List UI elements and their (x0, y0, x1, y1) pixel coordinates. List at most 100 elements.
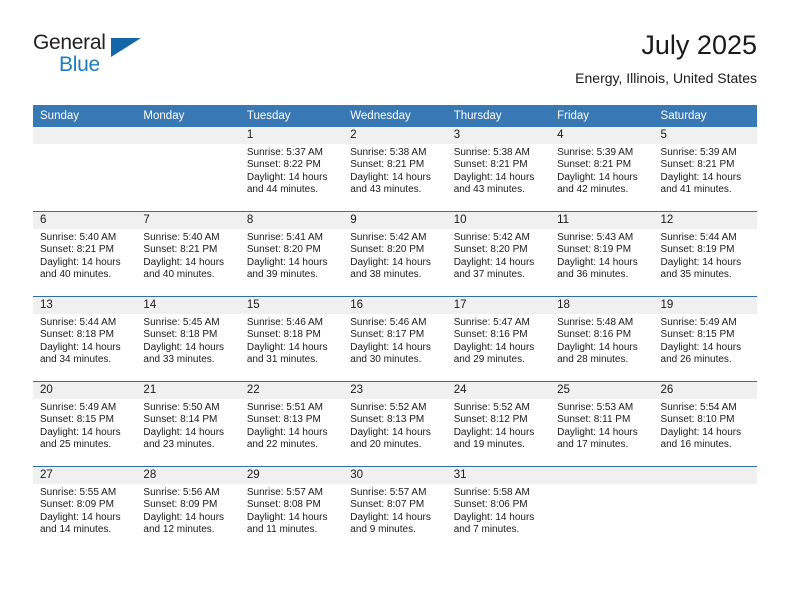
day-details: Sunrise: 5:38 AM Sunset: 8:21 PM Daylight:… (447, 144, 550, 197)
sunrise-text: Sunrise: 5:38 AM (350, 147, 427, 158)
weekday-header-sunday: Sunday (33, 105, 137, 127)
daylight-text-line2: and 22 minutes. (246, 439, 319, 451)
day-cell-content: 9 Sunrise: 5:42 AM Sunset: 8:20 PM Daylight… (343, 212, 447, 296)
calendar-day-cell[interactable]: 24 Sunrise: 5:52 AM Sunset: 8:12 PM Dayligh… (446, 381, 551, 467)
calendar-day-cell[interactable]: 31 Sunrise: 5:58 AM Sunset: 8:06 PM Dayligh… (446, 466, 551, 551)
day-cell-content: 6 Sunrise: 5:40 AM Sunset: 8:21 PM Daylight… (33, 212, 137, 296)
sunset-text: Sunset: 8:21 PM (40, 244, 114, 256)
sunrise-text: Sunrise: 5:48 AM (557, 317, 634, 328)
daylight-text-line2: and 23 minutes. (143, 439, 215, 451)
day-details: Sunrise: 5:49 AM Sunset: 8:15 PM Daylight:… (654, 314, 757, 367)
day-cell-content: 18 Sunrise: 5:48 AM Sunset: 8:16 PM Dayligh… (550, 297, 654, 381)
day-cell-content: 7 Sunrise: 5:40 AM Sunset: 8:21 PM Daylight… (136, 212, 240, 296)
calendar-day-cell-empty (653, 466, 757, 551)
sunset-text: Sunset: 8:16 PM (557, 329, 632, 341)
sunset-text: Sunset: 8:12 PM (453, 414, 528, 426)
calendar-day-cell[interactable]: 13 Sunrise: 5:44 AM Sunset: 8:18 PM Dayligh… (33, 296, 137, 382)
day-number: 5 (653, 127, 757, 144)
calendar-day-cell[interactable]: 15 Sunrise: 5:46 AM Sunset: 8:18 PM Dayligh… (239, 296, 344, 382)
daylight-text-line1: Daylight: 14 hours (40, 511, 121, 523)
calendar-day-cell[interactable]: 2 Sunrise: 5:38 AM Sunset: 8:21 PM Daylight… (343, 127, 447, 212)
day-number: 6 (33, 212, 137, 229)
daylight-text-line1: Daylight: 14 hours (557, 171, 638, 183)
day-cell-content: 24 Sunrise: 5:52 AM Sunset: 8:12 PM Dayligh… (446, 382, 551, 466)
day-details: Sunrise: 5:46 AM Sunset: 8:17 PM Daylight:… (343, 314, 446, 367)
calendar-day-cell[interactable]: 7 Sunrise: 5:40 AM Sunset: 8:21 PM Daylight… (136, 211, 240, 297)
sunrise-text: Sunrise: 5:49 AM (40, 402, 117, 413)
calendar-day-cell[interactable]: 30 Sunrise: 5:57 AM Sunset: 8:07 PM Dayligh… (343, 466, 447, 551)
calendar-day-cell[interactable]: 11 Sunrise: 5:43 AM Sunset: 8:19 PM Dayligh… (550, 211, 654, 297)
logo-text-blue: Blue (59, 53, 100, 76)
page-title: July 2025 (641, 30, 757, 60)
sunset-text: Sunset: 8:10 PM (660, 414, 735, 426)
sunset-text: Sunset: 8:21 PM (660, 159, 735, 171)
day-details: Sunrise: 5:56 AM Sunset: 8:09 PM Daylight:… (136, 484, 239, 537)
daylight-text-line1: Daylight: 14 hours (660, 341, 742, 353)
calendar-day-cell[interactable]: 8 Sunrise: 5:41 AM Sunset: 8:20 PM Daylight… (239, 211, 344, 297)
calendar-day-cell[interactable]: 5 Sunrise: 5:39 AM Sunset: 8:21 PM Daylight… (653, 127, 757, 212)
calendar-day-cell[interactable]: 1 Sunrise: 5:37 AM Sunset: 8:22 PM Daylight… (239, 127, 344, 212)
day-cell-content: 30 Sunrise: 5:57 AM Sunset: 8:07 PM Dayligh… (343, 467, 447, 551)
calendar-week-row: 27 Sunrise: 5:55 AM Sunset: 8:09 PM Dayligh… (33, 466, 757, 551)
day-details: Sunrise: 5:39 AM Sunset: 8:21 PM Daylight:… (654, 144, 757, 197)
sunrise-text: Sunrise: 5:44 AM (40, 317, 117, 328)
calendar-day-cell[interactable]: 4 Sunrise: 5:39 AM Sunset: 8:21 PM Daylight… (550, 127, 654, 212)
weekday-header-tuesday: Tuesday (239, 105, 344, 127)
day-cell-content: 14 Sunrise: 5:45 AM Sunset: 8:18 PM Dayligh… (136, 297, 240, 381)
calendar-day-cell[interactable]: 23 Sunrise: 5:52 AM Sunset: 8:13 PM Dayligh… (343, 381, 447, 467)
sunset-text: Sunset: 8:14 PM (143, 414, 218, 426)
calendar-day-cell[interactable]: 6 Sunrise: 5:40 AM Sunset: 8:21 PM Daylight… (33, 211, 137, 297)
daylight-text-line2: and 37 minutes. (453, 269, 525, 281)
calendar-day-cell[interactable]: 16 Sunrise: 5:46 AM Sunset: 8:17 PM Dayligh… (343, 296, 447, 382)
daylight-text-line1: Daylight: 14 hours (350, 426, 431, 438)
day-number: 18 (550, 297, 654, 314)
daylight-text-line2: and 12 minutes. (143, 524, 215, 536)
calendar-day-cell[interactable]: 10 Sunrise: 5:42 AM Sunset: 8:20 PM Dayligh… (446, 211, 551, 297)
daylight-text-line2: and 19 minutes. (453, 439, 525, 451)
calendar-day-cell[interactable]: 22 Sunrise: 5:51 AM Sunset: 8:13 PM Dayligh… (239, 381, 344, 467)
calendar-day-cell[interactable]: 9 Sunrise: 5:42 AM Sunset: 8:20 PM Daylight… (343, 211, 447, 297)
generalblue-logo[interactable]: General Blue (33, 32, 153, 88)
day-cell-content (550, 467, 654, 551)
daylight-text-line2: and 35 minutes. (660, 269, 732, 281)
calendar-day-cell[interactable]: 18 Sunrise: 5:48 AM Sunset: 8:16 PM Dayligh… (550, 296, 654, 382)
daylight-text-line2: and 36 minutes. (557, 269, 629, 281)
sunset-text: Sunset: 8:19 PM (557, 244, 632, 256)
daylight-text-line2: and 39 minutes. (246, 269, 319, 281)
day-cell-content: 17 Sunrise: 5:47 AM Sunset: 8:16 PM Dayligh… (446, 297, 551, 381)
calendar-day-cell[interactable]: 12 Sunrise: 5:44 AM Sunset: 8:19 PM Dayligh… (653, 211, 757, 297)
calendar-day-cell[interactable]: 20 Sunrise: 5:49 AM Sunset: 8:15 PM Dayligh… (33, 381, 137, 467)
sunrise-text: Sunrise: 5:55 AM (40, 487, 117, 498)
daylight-text-line1: Daylight: 14 hours (350, 511, 431, 523)
sunset-text: Sunset: 8:18 PM (40, 329, 114, 341)
sunset-text: Sunset: 8:13 PM (246, 414, 321, 426)
calendar-day-cell[interactable]: 17 Sunrise: 5:47 AM Sunset: 8:16 PM Dayligh… (446, 296, 551, 382)
day-details: Sunrise: 5:45 AM Sunset: 8:18 PM Daylight:… (136, 314, 239, 367)
calendar-day-cell[interactable]: 14 Sunrise: 5:45 AM Sunset: 8:18 PM Dayligh… (136, 296, 240, 382)
calendar-day-cell-empty (550, 466, 654, 551)
day-details: Sunrise: 5:42 AM Sunset: 8:20 PM Daylight:… (447, 229, 550, 282)
day-details: Sunrise: 5:51 AM Sunset: 8:13 PM Daylight:… (240, 399, 343, 452)
day-cell-content: 26 Sunrise: 5:54 AM Sunset: 8:10 PM Dayligh… (653, 382, 757, 466)
day-details: Sunrise: 5:39 AM Sunset: 8:21 PM Daylight:… (550, 144, 653, 197)
calendar-day-cell[interactable]: 26 Sunrise: 5:54 AM Sunset: 8:10 PM Dayligh… (653, 381, 757, 467)
daylight-text-line1: Daylight: 14 hours (453, 171, 535, 183)
title-block: July 2025 Energy, Illinois, United State… (575, 28, 757, 88)
calendar-day-cell[interactable]: 3 Sunrise: 5:38 AM Sunset: 8:21 PM Daylight… (446, 127, 551, 212)
calendar-week-row: 13 Sunrise: 5:44 AM Sunset: 8:18 PM Dayligh… (33, 296, 757, 382)
calendar-day-cell[interactable]: 29 Sunrise: 5:57 AM Sunset: 8:08 PM Dayligh… (239, 466, 344, 551)
day-details: Sunrise: 5:58 AM Sunset: 8:06 PM Daylight:… (447, 484, 550, 537)
day-number (33, 127, 137, 144)
daylight-text-line2: and 43 minutes. (453, 184, 525, 196)
sunset-text: Sunset: 8:15 PM (660, 329, 735, 341)
calendar-day-cell[interactable]: 28 Sunrise: 5:56 AM Sunset: 8:09 PM Dayligh… (136, 466, 240, 551)
calendar-day-cell[interactable]: 27 Sunrise: 5:55 AM Sunset: 8:09 PM Dayligh… (33, 466, 137, 551)
calendar-day-cell[interactable]: 21 Sunrise: 5:50 AM Sunset: 8:14 PM Dayligh… (136, 381, 240, 467)
calendar-day-cell[interactable]: 25 Sunrise: 5:53 AM Sunset: 8:11 PM Dayligh… (550, 381, 654, 467)
daylight-text-line1: Daylight: 14 hours (557, 341, 638, 353)
day-number: 15 (239, 297, 344, 314)
sunrise-text: Sunrise: 5:46 AM (246, 317, 323, 328)
calendar-day-cell[interactable]: 19 Sunrise: 5:49 AM Sunset: 8:15 PM Dayligh… (653, 296, 757, 382)
day-details: Sunrise: 5:48 AM Sunset: 8:16 PM Daylight:… (550, 314, 653, 367)
sunrise-text: Sunrise: 5:41 AM (246, 232, 323, 243)
